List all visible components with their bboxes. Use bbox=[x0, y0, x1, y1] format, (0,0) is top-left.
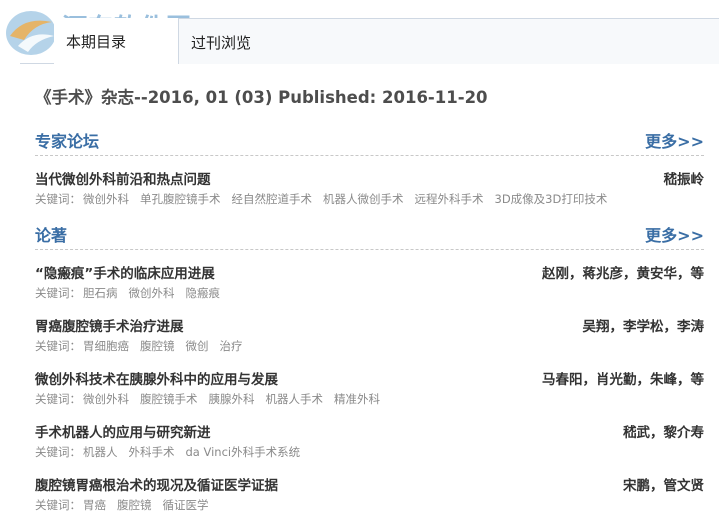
article-title-link[interactable]: 胃癌腹腔镜手术治疗进展 bbox=[35, 315, 184, 335]
keyword-link[interactable]: 机器人手术 bbox=[266, 392, 324, 406]
keyword-link[interactable]: 治疗 bbox=[220, 339, 243, 353]
tab-current-issue[interactable]: 本期目录 bbox=[54, 18, 178, 64]
article-authors: 嵇振岭 bbox=[663, 172, 705, 188]
article-authors: 赵刚，蒋兆彦，黄安华，等 bbox=[542, 266, 704, 282]
keyword-link[interactable]: 腹腔镜手术 bbox=[140, 392, 198, 406]
section-header: 论著 更多>> bbox=[35, 222, 704, 250]
keyword-link[interactable]: 微创外科 bbox=[129, 286, 175, 300]
keyword-link[interactable]: 腹腔镜 bbox=[117, 498, 152, 512]
more-link[interactable]: 更多>> bbox=[645, 222, 704, 246]
article-authors: 宋鹏，管文贤 bbox=[623, 478, 704, 494]
tab-past-issues[interactable]: 过刊浏览 bbox=[178, 18, 719, 64]
article-item: “隐瘢痕”手术的临床应用进展 赵刚，蒋兆彦，黄安华，等关键词： 胆石病 微创外科 隐瘢痕 bbox=[35, 250, 704, 303]
article-authors: 嵇武，黎介寿 bbox=[623, 425, 704, 441]
keyword-link[interactable]: 单孔腹腔镜手术 bbox=[140, 192, 221, 206]
issue-tabs: 本期目录 过刊浏览 bbox=[20, 18, 719, 64]
article-list: 当代微创外科前沿和热点问题 嵇振岭关键词： 微创外科 单孔腹腔镜手术 经自然腔道手术 机器… bbox=[35, 156, 704, 209]
keyword-link[interactable]: 机器人 bbox=[83, 445, 118, 459]
article-item: 微创外科技术在胰腺外科中的应用与发展 马春阳，肖光勤，朱峰，等关键词： 微创外科 腹腔… bbox=[35, 356, 704, 409]
article-item: 手术机器人的应用与研究新进 嵇武，黎介寿关键词： 机器人 外科手术 da Vinci外科… bbox=[35, 409, 704, 462]
keyword-link[interactable]: 胃细胞癌 bbox=[83, 339, 129, 353]
keyword-link[interactable]: 微创外科 bbox=[83, 392, 129, 406]
keyword-link[interactable]: 远程外科手术 bbox=[415, 192, 484, 206]
keyword-label: 关键词： bbox=[35, 498, 81, 512]
article-title-link[interactable]: “隐瘢痕”手术的临床应用进展 bbox=[35, 262, 215, 282]
keyword-link[interactable]: 微创 bbox=[186, 339, 209, 353]
keyword-link[interactable]: 经自然腔道手术 bbox=[232, 192, 313, 206]
keyword-list: 关键词： 微创外科 腹腔镜手术 胰腺外科 机器人手术 精准外科 bbox=[35, 391, 391, 407]
section-header: 专家论坛 更多>> bbox=[35, 128, 704, 156]
keyword-list: 关键词： 胃细胞癌 腹腔镜 微创 治疗 bbox=[35, 338, 254, 354]
section-title: 论著 bbox=[35, 226, 68, 245]
keyword-label: 关键词： bbox=[35, 192, 81, 206]
article-authors: 马春阳，肖光勤，朱峰，等 bbox=[542, 372, 704, 388]
keyword-link[interactable]: 胰腺外科 bbox=[209, 392, 255, 406]
journal-page: 河东软件园 www.pc0359.cn 本期目录 过刊浏览 《手术》杂志--20… bbox=[0, 0, 719, 513]
keyword-link[interactable]: 外科手术 bbox=[129, 445, 175, 459]
article-item: 腹腔镜胃癌根治术的现况及循证医学证据 宋鹏，管文贤关键词： 胃癌 腹腔镜 循证医学 bbox=[35, 462, 704, 513]
keyword-label: 关键词： bbox=[35, 392, 81, 406]
article-item: 当代微创外科前沿和热点问题 嵇振岭关键词： 微创外科 单孔腹腔镜手术 经自然腔道手术 机器… bbox=[35, 156, 704, 209]
article-list: “隐瘢痕”手术的临床应用进展 赵刚，蒋兆彦，黄安华，等 关键词： 胆石病 微创外科 隐瘢痕… bbox=[35, 250, 704, 513]
keyword-list: 关键词： 微创外科 单孔腹腔镜手术 经自然腔道手术 机器人微创手术 远程外科手术 3D成像及… bbox=[35, 191, 618, 207]
keyword-link[interactable]: 3D成像及3D打印技术 bbox=[495, 192, 608, 206]
keyword-list: 关键词： 机器人 外科手术 da Vinci外科手术系统 bbox=[35, 444, 311, 460]
keyword-link[interactable]: 机器人微创手术 bbox=[323, 192, 404, 206]
keyword-label: 关键词： bbox=[35, 339, 81, 353]
article-title-link[interactable]: 腹腔镜胃癌根治术的现况及循证医学证据 bbox=[35, 474, 278, 494]
section-treatises: 论著 更多>> “隐瘢痕”手术的临床应用进展 赵刚，蒋兆彦，黄安华，等 关键词： 胆石… bbox=[35, 222, 704, 513]
keyword-link[interactable]: 胃癌 bbox=[83, 498, 106, 512]
keyword-label: 关键词： bbox=[35, 445, 81, 459]
more-link[interactable]: 更多>> bbox=[645, 128, 704, 152]
issue-title: 《手术》杂志--2016, 01 (03) Published: 2016-11… bbox=[35, 88, 488, 107]
keyword-link[interactable]: 循证医学 bbox=[163, 498, 209, 512]
article-item: 胃癌腹腔镜手术治疗进展 吴翔，李学松，李涛关键词： 胃细胞癌 腹腔镜 微创 治疗 bbox=[35, 303, 704, 356]
keyword-label: 关键词： bbox=[35, 286, 81, 300]
keyword-link[interactable]: 腹腔镜 bbox=[140, 339, 175, 353]
article-authors: 吴翔，李学松，李涛 bbox=[582, 319, 705, 335]
article-title-link[interactable]: 手术机器人的应用与研究新进 bbox=[35, 421, 211, 441]
section-title: 专家论坛 bbox=[35, 132, 100, 151]
keyword-link[interactable]: da Vinci外科手术系统 bbox=[186, 445, 301, 459]
keyword-link[interactable]: 隐瘢痕 bbox=[186, 286, 221, 300]
keyword-link[interactable]: 胆石病 bbox=[83, 286, 118, 300]
section-expert-forum: 专家论坛 更多>> 当代微创外科前沿和热点问题 嵇振岭关键词： 微创外科 单孔腹腔镜手… bbox=[35, 128, 704, 209]
keyword-link[interactable]: 精准外科 bbox=[334, 392, 380, 406]
keyword-list: 关键词： 胆石病 微创外科 隐瘢痕 bbox=[35, 285, 231, 301]
keyword-list: 关键词： 胃癌 腹腔镜 循证医学 bbox=[35, 497, 220, 513]
article-title-link[interactable]: 微创外科技术在胰腺外科中的应用与发展 bbox=[35, 368, 278, 388]
keyword-link[interactable]: 微创外科 bbox=[83, 192, 129, 206]
article-title-link[interactable]: 当代微创外科前沿和热点问题 bbox=[35, 168, 211, 188]
